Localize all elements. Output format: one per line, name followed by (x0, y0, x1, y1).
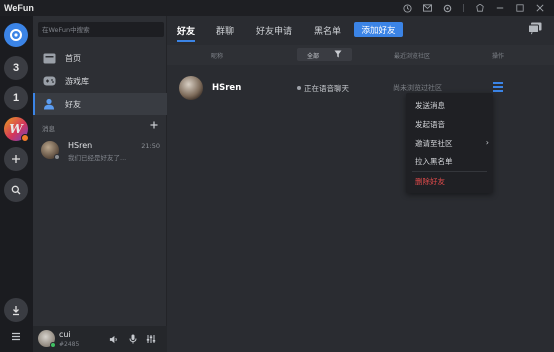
menu-divider (412, 171, 487, 172)
friend-context-menu: 发送消息 发起语音 邀请至社区 › 拉入黑名单 删除好友 (406, 93, 493, 193)
sidebar-item-label: 首页 (65, 53, 81, 63)
avatar (41, 141, 60, 160)
user-avatar[interactable] (38, 330, 56, 348)
filter-value: 全部 (307, 53, 320, 60)
message-time: 21:50 (141, 142, 160, 150)
tab-blacklist[interactable]: 黑名单 (314, 24, 341, 37)
friends-icon (42, 98, 56, 110)
search-input[interactable] (42, 25, 164, 34)
window-controls (397, 0, 550, 16)
messages-section-title: 消息 (42, 125, 55, 133)
audio-settings-icon[interactable] (146, 334, 156, 344)
status-dot (54, 154, 60, 160)
menu-item-invite-to-community[interactable]: 邀请至社区 (415, 138, 453, 149)
menu-item-send-message[interactable]: 发送消息 (415, 100, 445, 111)
message-list-item[interactable]: HSren 21:50 我们已经是好友了... (33, 137, 167, 167)
gamepad-icon (42, 75, 56, 87)
rail-community-button[interactable]: W (4, 117, 29, 142)
friend-avatar[interactable] (179, 76, 203, 100)
skin-icon[interactable] (470, 0, 490, 16)
sidebar-item-friends[interactable]: 好友 (33, 93, 167, 115)
rail-server-3-button[interactable]: 3 (4, 56, 28, 80)
online-status-dot (50, 342, 56, 348)
user-tag: #2485 (59, 341, 80, 348)
more-actions-icon[interactable] (493, 82, 503, 92)
download-icon (13, 305, 19, 315)
rail-server-label: 3 (12, 62, 20, 74)
plus-icon (150, 121, 158, 129)
new-message-button[interactable] (150, 119, 158, 132)
community-logo-letter: W (9, 122, 23, 136)
wefun-logo-button[interactable] (4, 23, 28, 47)
sidebar-item-home[interactable]: 首页 (33, 47, 167, 69)
app-title: WeFun (4, 3, 34, 13)
filter-icon (334, 50, 342, 61)
minimize-icon[interactable] (490, 0, 510, 16)
download-button[interactable] (4, 298, 28, 322)
friends-tabs: 好友 群聊 好友申请 黑名单 添加好友 (167, 16, 554, 44)
microphone-icon[interactable] (128, 334, 138, 344)
friend-name: HSren (212, 83, 242, 93)
logo-icon (10, 29, 22, 41)
active-tab-indicator (177, 40, 195, 42)
home-icon (42, 52, 56, 64)
menu-item-add-to-blacklist[interactable]: 拉入黑名单 (415, 156, 453, 167)
tab-group-chats[interactable]: 群聊 (216, 24, 234, 37)
user-panel: cui #2485 (33, 326, 167, 352)
speaker-icon[interactable] (108, 334, 118, 344)
add-community-button[interactable] (4, 147, 28, 171)
sidebar: 首页 游戏库 好友 消息 HSren 21:50 我们已经是好友了... cui… (33, 16, 167, 352)
history-icon[interactable] (397, 0, 417, 16)
friends-table-header: 昵称 全部 最近浏览社区 操作 (167, 45, 554, 65)
hamburger-icon (12, 332, 20, 341)
friend-community: 尚未浏览过社区 (393, 84, 442, 92)
settings-icon[interactable] (437, 0, 457, 16)
chevron-right-icon: › (485, 138, 489, 147)
notification-dot (21, 134, 29, 142)
status-filter-select[interactable]: 全部 (297, 48, 352, 61)
column-header-actions: 操作 (492, 53, 505, 60)
mail-icon[interactable] (417, 0, 437, 16)
tab-friend-requests[interactable]: 好友申请 (256, 24, 292, 37)
maximize-icon[interactable] (510, 0, 530, 16)
menu-item-start-voice[interactable]: 发起语音 (415, 119, 445, 130)
message-sender: HSren (68, 141, 93, 150)
left-rail: 3 1 W (0, 16, 33, 352)
friend-row[interactable]: HSren 正在语音聊天 尚未浏览过社区 (167, 71, 554, 106)
main-panel: 好友 群聊 好友申请 黑名单 添加好友 昵称 全部 最近浏览社区 操作 HSre… (167, 16, 554, 352)
rail-server-1-button[interactable]: 1 (4, 86, 28, 110)
explore-button[interactable] (4, 178, 28, 202)
search-icon (11, 185, 21, 195)
close-icon[interactable] (530, 0, 550, 16)
title-bar: WeFun (0, 0, 554, 16)
new-chat-icon[interactable] (528, 22, 542, 35)
tab-friends[interactable]: 好友 (177, 24, 195, 37)
divider (463, 4, 464, 12)
sidebar-item-label: 好友 (65, 99, 81, 109)
plus-icon (12, 155, 20, 163)
rail-server-label: 1 (12, 92, 20, 104)
column-header-name: 昵称 (211, 53, 224, 60)
menu-button[interactable] (4, 332, 28, 344)
status-dot (297, 86, 301, 90)
sidebar-item-game-library[interactable]: 游戏库 (33, 70, 167, 92)
sidebar-item-label: 游戏库 (65, 76, 89, 86)
username: cui (59, 330, 71, 339)
add-friend-button[interactable]: 添加好友 (354, 22, 403, 37)
message-preview: 我们已经是好友了... (68, 154, 127, 162)
search-box[interactable] (38, 22, 164, 37)
menu-item-delete-friend[interactable]: 删除好友 (415, 176, 445, 187)
column-header-community: 最近浏览社区 (394, 53, 431, 60)
friend-status: 正在语音聊天 (304, 84, 349, 93)
